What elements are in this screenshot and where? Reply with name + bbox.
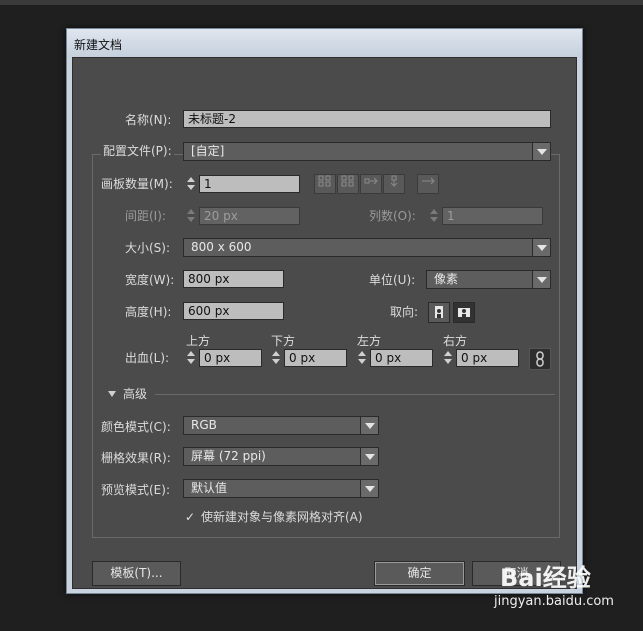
spacing-label: 间距(I): [125,209,166,223]
raster-effects-select[interactable]: 屏幕 (72 ppi) [183,447,379,466]
bleed-left-field[interactable]: 0 px [370,349,433,367]
bleed-bottom-field[interactable]: 0 px [284,349,347,367]
disclosure-triangle-icon[interactable] [108,391,116,397]
advanced-label[interactable]: 高级 [123,387,147,401]
chevron-down-icon [532,271,550,288]
bleed-right-label: 右方 [443,334,468,348]
color-mode-select[interactable]: RGB [183,416,379,435]
width-label: 宽度(W): [125,273,175,287]
dialog-titlebar[interactable]: 新建文档 [67,29,582,57]
chain-link-icon[interactable] [529,348,551,370]
artboards-stepper[interactable] [186,175,197,193]
units-select[interactable]: 像素 [426,270,551,289]
bleed-bottom-label: 下方 [271,334,296,348]
right-to-left-icon[interactable] [417,174,439,194]
columns-stepper [429,207,440,225]
name-field[interactable]: 未标题-2 [183,110,551,128]
bleed-right-stepper[interactable] [443,349,454,367]
preview-mode-select[interactable]: 默认值 [183,479,379,498]
name-label: 名称(N): [125,113,172,127]
spacing-field: 20 px [199,207,300,225]
align-to-pixel-grid-label[interactable]: 使新建对象与像素网格对齐(A) [201,510,363,524]
height-field[interactable]: 600 px [183,302,284,320]
portrait-icon[interactable] [428,302,450,323]
ok-button[interactable]: 确定 [374,561,465,586]
spacing-stepper [186,207,197,225]
units-label: 单位(U): [369,273,416,287]
size-select[interactable]: 800 x 600 [183,238,551,257]
units-select-value: 像素 [434,272,459,286]
preview-mode-label: 预览模式(E): [101,483,170,497]
chevron-down-icon [532,143,550,160]
color-mode-value: RGB [191,418,217,432]
columns-field: 1 [442,207,543,225]
size-select-value: 800 x 600 [191,240,252,254]
bleed-left-stepper[interactable] [357,349,368,367]
height-label: 高度(H): [125,305,172,319]
raster-effects-value: 屏幕 (72 ppi) [191,449,266,463]
artboards-label: 画板数量(M): [101,177,173,191]
profile-select[interactable]: [自定] [183,142,551,161]
artboards-field[interactable]: 1 [199,175,300,193]
watermark-url: jingyan.baidu.com [494,594,614,609]
orientation-label: 取向: [390,305,419,319]
bleed-top-stepper[interactable] [186,349,197,367]
bleed-top-field[interactable]: 0 px [199,349,262,367]
top-strip [0,0,643,5]
new-document-dialog: 新建文档 名称(N): 未标题-2 配置文件(P): [自定] 画板数量(M):… [66,28,583,594]
advanced-divider [155,394,555,395]
preview-mode-value: 默认值 [191,481,228,495]
bleed-label: 出血(L): [125,351,170,365]
bleed-left-label: 左方 [357,334,382,348]
profile-label: 配置文件(P): [101,144,174,158]
arrange-by-column-icon[interactable] [383,174,405,194]
dialog-title: 新建文档 [74,38,123,52]
grid-by-column-icon[interactable] [337,174,359,194]
arrange-by-row-icon[interactable] [360,174,382,194]
columns-label: 列数(O): [369,209,416,223]
size-label: 大小(S): [125,241,171,255]
width-field[interactable]: 800 px [183,270,284,288]
color-mode-label: 颜色模式(C): [101,420,171,434]
profile-select-value: [自定] [191,144,225,158]
raster-effects-label: 栅格效果(R): [101,451,171,465]
chevron-down-icon [360,480,378,497]
bleed-bottom-stepper[interactable] [271,349,282,367]
bleed-right-field[interactable]: 0 px [456,349,519,367]
chevron-down-icon [360,417,378,434]
chevron-down-icon [532,239,550,256]
grid-by-row-icon[interactable] [314,174,336,194]
watermark-logo: Bai经验 [500,564,591,592]
landscape-icon[interactable] [453,302,475,323]
bleed-top-label: 上方 [186,334,211,348]
chevron-down-icon [360,448,378,465]
align-to-pixel-grid-checkbox[interactable]: ✓ [185,511,197,523]
templates-button[interactable]: 模板(T)... [92,561,181,586]
dialog-body: 名称(N): 未标题-2 配置文件(P): [自定] 画板数量(M): 1 间距… [72,57,577,589]
